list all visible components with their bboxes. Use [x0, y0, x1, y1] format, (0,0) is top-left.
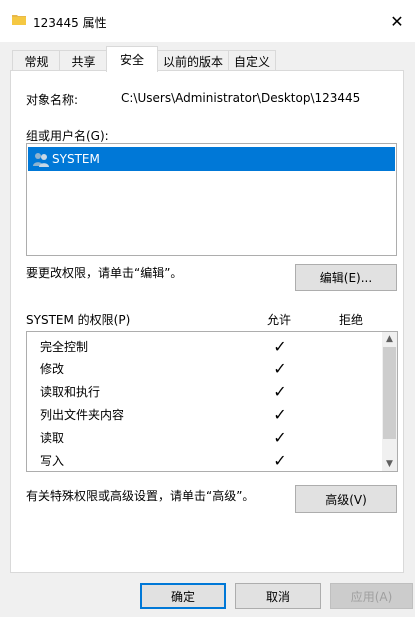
scroll-up-icon[interactable]: ▲ [382, 332, 397, 346]
permission-row: 读取和执行 [40, 384, 101, 399]
edit-hint: 要更改权限，请单击“编辑”。 [26, 266, 183, 280]
list-item-system[interactable]: SYSTEM [28, 147, 395, 171]
groups-label: 组或用户名(G): [26, 129, 109, 143]
close-button[interactable]: ✕ [384, 8, 410, 34]
tab-security[interactable]: 安全 [106, 46, 158, 72]
edit-button[interactable]: 编辑(E)... [295, 264, 397, 291]
object-name-label: 对象名称: [26, 93, 79, 107]
scrollbar-thumb[interactable] [383, 347, 396, 439]
object-name-value: C:\Users\Administrator\Desktop\123445 [121, 91, 361, 105]
users-group-icon [33, 153, 49, 167]
tab-general[interactable]: 常规 [12, 50, 61, 71]
window-title: 123445 属性 [33, 16, 107, 30]
allow-header: 允许 [267, 313, 292, 327]
advanced-button[interactable]: 高级(V) [295, 485, 397, 513]
advanced-hint: 有关特殊权限或高级设置，请单击“高级”。 [26, 489, 255, 503]
allow-check-icon: ✓ [273, 336, 287, 356]
cancel-button[interactable]: 取消 [235, 583, 321, 609]
permissions-title: SYSTEM 的权限(P) [26, 313, 131, 327]
permission-row: 完全控制 [40, 339, 89, 354]
permission-row: 读取 [40, 430, 65, 445]
user-name: SYSTEM [52, 152, 100, 166]
allow-check-icon: ✓ [273, 427, 287, 447]
folder-icon [12, 15, 26, 25]
permission-row: 写入 [40, 453, 65, 468]
deny-header: 拒绝 [339, 313, 364, 327]
allow-check-icon: ✓ [273, 381, 287, 401]
tab-previous-versions[interactable]: 以前的版本 [156, 50, 230, 71]
apply-button[interactable]: 应用(A) [330, 583, 413, 609]
scroll-down-icon[interactable]: ▼ [382, 457, 397, 471]
ok-button[interactable]: 确定 [140, 583, 226, 609]
tab-sharing[interactable]: 共享 [59, 50, 108, 71]
allow-check-icon: ✓ [273, 404, 287, 424]
allow-check-icon: ✓ [273, 358, 287, 378]
permission-row: 列出文件夹内容 [40, 407, 125, 422]
allow-check-icon: ✓ [273, 450, 287, 470]
permission-row: 修改 [40, 361, 65, 376]
tab-customize[interactable]: 自定义 [228, 50, 276, 71]
